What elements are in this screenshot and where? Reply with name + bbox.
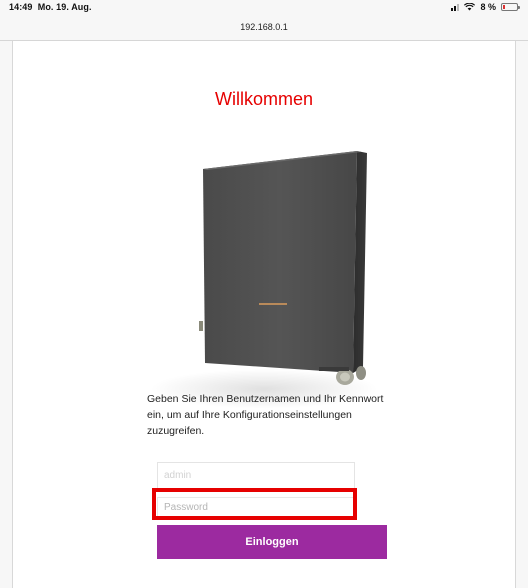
username-input[interactable]	[157, 462, 355, 489]
status-time: 14:49	[9, 2, 33, 12]
signal-icon	[451, 3, 460, 11]
ipad-screen: 14:49 Mo. 19. Aug. 8 % 192.168.0.1 Willk…	[0, 0, 528, 588]
router-illustration	[199, 151, 367, 385]
login-instructions: Geben Sie Ihren Benutzernamen und Ihr Ke…	[147, 393, 384, 437]
status-indicators: 8 %	[451, 2, 520, 12]
password-input[interactable]	[157, 497, 355, 518]
page-title: Willkommen	[214, 89, 313, 109]
battery-icon	[501, 3, 520, 11]
status-time-date: 14:49 Mo. 19. Aug.	[9, 2, 92, 12]
router-image	[149, 141, 379, 411]
address-bar[interactable]: 192.168.0.1	[0, 22, 528, 32]
wifi-icon	[464, 3, 476, 11]
battery-percent: 8 %	[480, 2, 496, 12]
status-date: Mo. 19. Aug.	[37, 2, 92, 12]
login-button[interactable]: Einloggen	[157, 525, 387, 559]
router-login-page: Willkommen Geben Sie Ihren Benutzernamen…	[12, 41, 516, 588]
status-bar: 14:49 Mo. 19. Aug. 8 %	[0, 0, 528, 14]
